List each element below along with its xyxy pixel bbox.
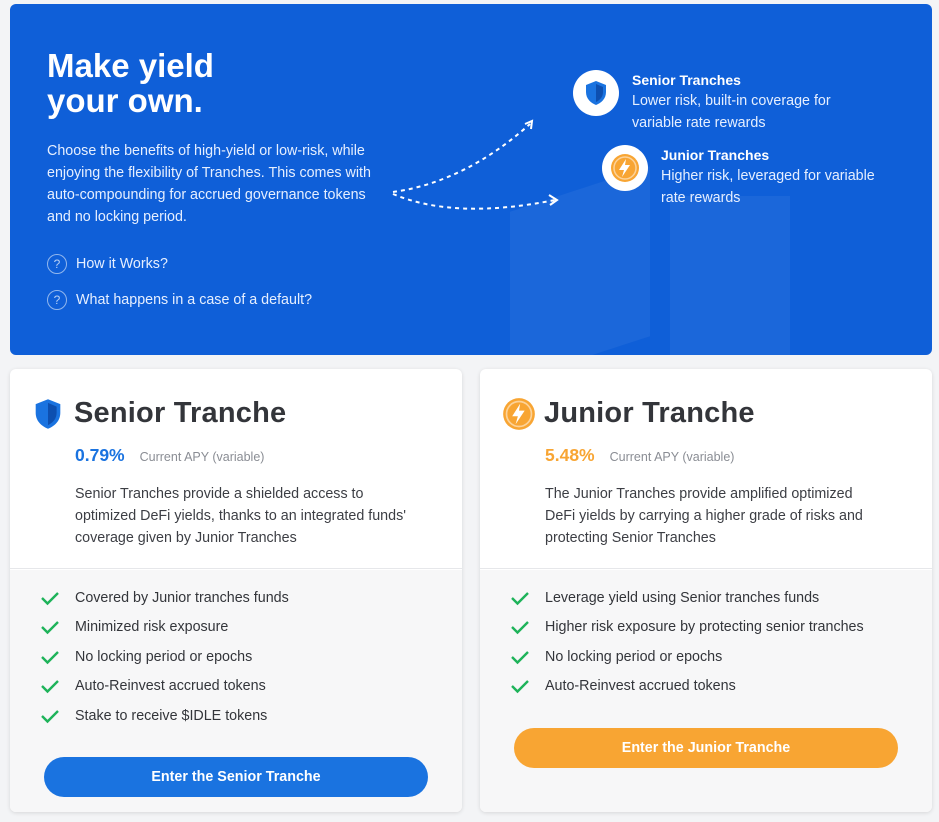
lightning-icon (503, 398, 535, 430)
check-icon (41, 680, 59, 694)
check-icon (511, 651, 529, 665)
feature-item: No locking period or epochs (40, 649, 252, 665)
feature-item: No locking period or epochs (510, 649, 722, 665)
feature-label: Leverage yield using Senior tranches fun… (545, 590, 820, 606)
card-description: The Junior Tranches provide amplified op… (545, 486, 863, 546)
question-icon: ? (47, 290, 67, 310)
feature-label: Auto-Reinvest accrued tokens (75, 678, 266, 694)
apy-value: 5.48% (545, 445, 595, 465)
feature-label: Minimized risk exposure (75, 619, 229, 635)
tranche-subtitle: variable rate rewards (632, 115, 766, 131)
feature-item: Leverage yield using Senior tranches fun… (510, 590, 819, 606)
feature-label: Auto-Reinvest accrued tokens (545, 678, 736, 694)
check-icon (41, 621, 59, 635)
faq-label: What happens in a case of a default? (76, 292, 313, 308)
card-title: Senior Tranche (74, 397, 287, 429)
dashed-arrows (392, 119, 559, 210)
shield-icon (573, 70, 619, 116)
faq-how-it-works-link[interactable]: ? How it Works? (47, 254, 168, 274)
enter-junior-tranche-button[interactable]: Enter the Junior Tranche (514, 728, 898, 768)
check-icon (511, 680, 529, 694)
feature-item: Auto-Reinvest accrued tokens (510, 678, 736, 694)
apy-display: 0.79% Current APY (variable) (75, 445, 264, 466)
hero-title: Make yield your own. (47, 47, 214, 119)
tranche-subtitle: Higher risk, leveraged for variable (661, 168, 875, 184)
feature-label: Stake to receive $IDLE tokens (75, 708, 268, 724)
feature-label: No locking period or epochs (75, 649, 253, 665)
lightning-icon (602, 145, 648, 191)
check-icon (511, 621, 529, 635)
shield-icon (35, 399, 61, 429)
enter-senior-tranche-button[interactable]: Enter the Senior Tranche (44, 757, 428, 797)
check-icon (41, 710, 59, 724)
faq-default-case-link[interactable]: ? What happens in a case of a default? (47, 290, 312, 310)
apy-display: 5.48% Current APY (variable) (545, 445, 734, 466)
hero-banner: Make yield your own. Choose the benefits … (10, 4, 932, 355)
card-title: Junior Tranche (544, 397, 755, 429)
tranche-title: Senior Tranches (632, 72, 741, 88)
feature-label: Covered by Junior tranches funds (75, 590, 289, 606)
feature-label: No locking period or epochs (545, 649, 723, 665)
feature-label: Higher risk exposure by protecting senio… (545, 619, 864, 635)
feature-item: Covered by Junior tranches funds (40, 590, 289, 606)
check-icon (511, 592, 529, 606)
check-icon (41, 592, 59, 606)
senior-tranche-card: Senior Tranche 0.79% Current APY (variab… (10, 369, 462, 812)
senior-tranche-summary: Senior Tranches Lower risk, built-in cov… (573, 70, 831, 134)
apy-value: 0.79% (75, 445, 125, 465)
feature-item: Minimized risk exposure (40, 619, 228, 635)
tranche-subtitle: rate rewards (661, 190, 741, 206)
card-description: Senior Tranches provide a shielded acces… (75, 486, 406, 546)
question-icon: ? (47, 254, 67, 274)
check-icon (41, 651, 59, 665)
background-shape (670, 196, 790, 355)
hero-description: Choose the benefits of high-yield or low… (47, 143, 371, 225)
tranche-title: Junior Tranches (661, 147, 770, 163)
junior-tranche-summary: Junior Tranches Higher risk, leveraged f… (602, 145, 875, 209)
tranche-subtitle: Lower risk, built-in coverage for (632, 93, 831, 109)
faq-label: How it Works? (76, 256, 168, 272)
apy-label: Current APY (variable) (139, 450, 265, 464)
junior-tranche-card: Junior Tranche 5.48% Current APY (variab… (480, 369, 932, 812)
feature-item: Stake to receive $IDLE tokens (40, 708, 267, 724)
feature-item: Auto-Reinvest accrued tokens (40, 678, 266, 694)
apy-label: Current APY (variable) (609, 450, 735, 464)
feature-item: Higher risk exposure by protecting senio… (510, 619, 864, 635)
